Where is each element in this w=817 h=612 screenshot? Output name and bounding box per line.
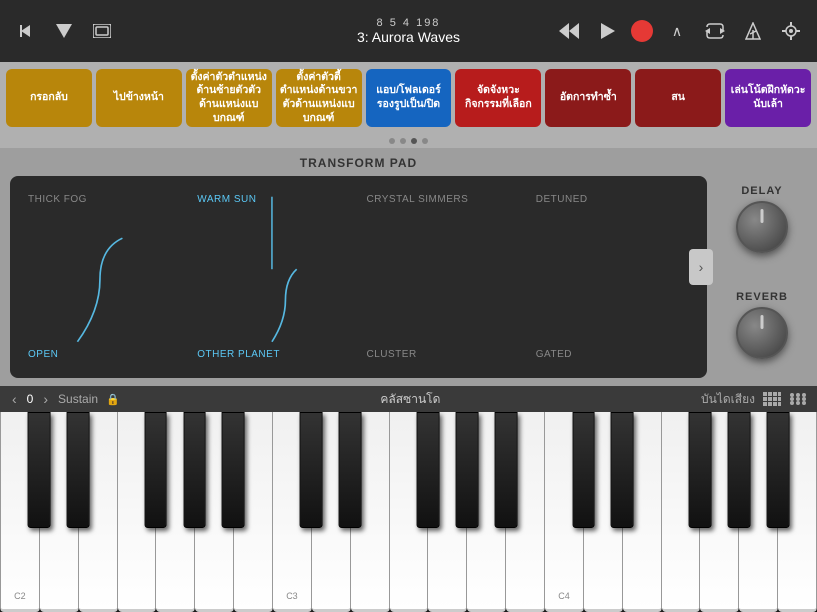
rewind-btn[interactable]: [555, 17, 583, 45]
scale-label: บันไดเสียง: [701, 390, 755, 409]
piano-keyboard: C2 C3 C4: [0, 412, 817, 612]
dot-3: [411, 138, 417, 144]
black-key[interactable]: [572, 412, 595, 528]
reverb-section: REVERB: [736, 291, 788, 359]
octave-label: C3: [273, 591, 311, 601]
open-label: OPEN: [28, 349, 58, 360]
black-key[interactable]: [339, 412, 362, 528]
loop-btn[interactable]: [701, 17, 729, 45]
black-key[interactable]: [455, 412, 478, 528]
kb-next-btn[interactable]: ›: [41, 391, 50, 407]
sc-btn-3[interactable]: ตั้งค่าตัวตี้ตำแหน่งด้านขวาตัวด้านแหน่งแ…: [276, 69, 362, 127]
top-bar: 8 5 4 198 3: Aurora Waves ∧: [0, 0, 817, 62]
dot-2: [400, 138, 406, 144]
sc-btn-0[interactable]: กรอกลับ: [6, 69, 92, 127]
track-info: 8 5 4 198 3: Aurora Waves: [357, 17, 460, 45]
dot-1: [389, 138, 395, 144]
black-key[interactable]: [222, 412, 245, 528]
effects-panel: DELAY REVERB: [717, 156, 807, 378]
smart-controls: กรอกลับไปข้างหน้าตั้งค่าตัวตำแหน่งด้านซ้…: [0, 62, 817, 134]
transport-controls: [12, 17, 116, 45]
sc-btn-4[interactable]: แอบ/โฟลเดอร์รองรูปเป็น/ปิด: [366, 69, 452, 127]
kb-octave: 0: [27, 392, 34, 406]
dots-grid-icon[interactable]: [789, 392, 807, 406]
pad-zone-warm-sun[interactable]: WARM SUN: [189, 186, 358, 277]
crystal-label: CRYSTAL SIMMERS: [367, 194, 469, 205]
black-key[interactable]: [611, 412, 634, 528]
sc-btn-5[interactable]: จัดจังหวะกิจกรรมที่เลือก: [455, 69, 541, 127]
pad-zone-detuned[interactable]: DETUNED: [528, 186, 697, 277]
sc-btn-8[interactable]: เล่นโน้ตฝึกหัดวะ นับเล้า: [725, 69, 811, 127]
lock-icon: 🔒: [106, 393, 120, 406]
black-key[interactable]: [300, 412, 323, 528]
sustain-label: Sustain: [58, 392, 98, 406]
pad-zone-thick-fog[interactable]: THICK FOG: [20, 186, 189, 277]
black-key[interactable]: [144, 412, 167, 528]
chevron-btn[interactable]: ∧: [663, 17, 691, 45]
pad-zone-open[interactable]: OPEN: [20, 277, 189, 368]
track-title: 3: Aurora Waves: [357, 29, 460, 45]
gated-label: GATED: [536, 349, 572, 360]
metronome-btn[interactable]: [739, 17, 767, 45]
transform-pad[interactable]: THICK FOG WARM SUN CRYSTAL SIMMERS DETUN…: [10, 176, 707, 378]
black-key[interactable]: [417, 412, 440, 528]
pad-zone-gated[interactable]: GATED: [528, 277, 697, 368]
black-key[interactable]: [66, 412, 89, 528]
grid-icon[interactable]: [763, 392, 781, 406]
transform-pad-container: TRANSFORM PAD THICK FOG WARM SUN CRYSTAL…: [10, 156, 707, 378]
dot-4: [422, 138, 428, 144]
black-key[interactable]: [494, 412, 517, 528]
track-numbers: 8 5 4 198: [377, 17, 441, 29]
top-right-controls: ∧: [555, 17, 805, 45]
sc-btn-2[interactable]: ตั้งค่าตัวตำแหน่งด้านซ้ายตัวตัวด้านแหน่ง…: [186, 69, 272, 127]
dots-row: [0, 134, 817, 148]
keyboard-bar: ‹ 0 › Sustain 🔒 คลัสซานโด บันไดเสียง: [0, 386, 817, 412]
play-btn[interactable]: [593, 17, 621, 45]
transform-pad-label: TRANSFORM PAD: [300, 156, 417, 170]
kb-right-controls: บันไดเสียง: [701, 390, 807, 409]
pad-zone-other-planet[interactable]: OTHER PLANET: [189, 277, 358, 368]
black-key[interactable]: [27, 412, 50, 528]
pad-zone-cluster[interactable]: CLUSTER: [359, 277, 528, 368]
delay-label: DELAY: [741, 185, 782, 197]
window-icon[interactable]: [88, 17, 116, 45]
octave-label: C2: [1, 591, 39, 601]
kb-prev-btn[interactable]: ‹: [10, 391, 19, 407]
sc-btn-6[interactable]: อัตการทำซ้ำ: [545, 69, 631, 127]
kb-left-controls: ‹ 0 › Sustain 🔒: [10, 391, 120, 407]
delay-section: DELAY: [736, 185, 788, 253]
cluster-label: CLUSTER: [367, 349, 417, 360]
black-key[interactable]: [183, 412, 206, 528]
instrument-area: TRANSFORM PAD THICK FOG WARM SUN CRYSTAL…: [0, 148, 817, 386]
settings-btn[interactable]: [777, 17, 805, 45]
black-key[interactable]: [689, 412, 712, 528]
black-key[interactable]: [767, 412, 790, 528]
thick-fog-label: THICK FOG: [28, 194, 87, 205]
kb-center-label: คลัสซานโด: [380, 390, 440, 409]
other-planet-label: OTHER PLANET: [197, 349, 280, 360]
back-btn[interactable]: [12, 17, 40, 45]
sc-btn-1[interactable]: ไปข้างหน้า: [96, 69, 182, 127]
octave-label: C4: [545, 591, 583, 601]
reverb-knob[interactable]: [736, 307, 788, 359]
warm-sun-label: WARM SUN: [197, 194, 256, 205]
pad-zone-crystal[interactable]: CRYSTAL SIMMERS: [359, 186, 528, 277]
reverb-label: REVERB: [736, 291, 788, 303]
nav-down-icon[interactable]: [50, 17, 78, 45]
detuned-label: DETUNED: [536, 194, 588, 205]
pad-arrow-btn[interactable]: ›: [689, 249, 713, 285]
black-key[interactable]: [728, 412, 751, 528]
sc-btn-7[interactable]: สน: [635, 69, 721, 127]
delay-knob[interactable]: [736, 201, 788, 253]
record-btn[interactable]: [631, 20, 653, 42]
